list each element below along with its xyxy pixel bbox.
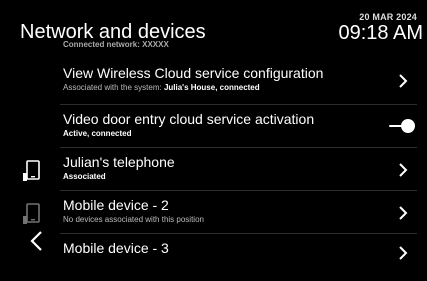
list-item-subtitle: Associated with the system: Julia's Hous… bbox=[63, 83, 260, 92]
time-label: 09:18 AM bbox=[338, 22, 423, 44]
divider bbox=[60, 147, 417, 148]
list-item-wireless-cloud-config[interactable]: View Wireless Cloud service configuratio… bbox=[0, 64, 427, 106]
chevron-right-icon[interactable] bbox=[395, 205, 411, 221]
list-item-subtitle: Active, connected bbox=[63, 129, 132, 138]
list-item-label: Julian's telephone bbox=[63, 154, 175, 170]
activation-toggle[interactable] bbox=[389, 119, 415, 133]
connected-network-label: Connected network: XXXXX bbox=[63, 40, 169, 49]
header: Network and devices 20 MAR 2024 09:18 AM… bbox=[0, 0, 427, 56]
list-item-mobile-device-2[interactable]: Mobile device - 2 No devices associated … bbox=[0, 196, 427, 238]
divider bbox=[60, 190, 417, 191]
toggle-knob bbox=[401, 119, 415, 133]
mobile-phone-icon bbox=[22, 203, 42, 227]
chevron-right-icon[interactable] bbox=[395, 245, 411, 261]
chevron-right-icon[interactable] bbox=[395, 162, 411, 178]
list-item-label: Video door entry cloud service activatio… bbox=[63, 111, 315, 127]
list-item-mobile-device-3[interactable]: Mobile device - 3 bbox=[0, 239, 427, 281]
list-item-julians-telephone[interactable]: Julian's telephone Associated bbox=[0, 153, 427, 195]
list-item-video-door-cloud[interactable]: Video door entry cloud service activatio… bbox=[0, 110, 427, 152]
list-item-subtitle: No devices associated with this position bbox=[63, 215, 204, 224]
back-button[interactable] bbox=[28, 230, 46, 252]
divider bbox=[60, 104, 417, 105]
list-item-subtitle: Associated bbox=[63, 172, 106, 181]
list-item-label: Mobile device - 3 bbox=[63, 240, 169, 256]
chevron-right-icon[interactable] bbox=[395, 73, 411, 89]
divider bbox=[60, 233, 417, 234]
list-item-label: Mobile device - 2 bbox=[63, 197, 169, 213]
list-item-label: View Wireless Cloud service configuratio… bbox=[63, 65, 324, 81]
mobile-phone-icon bbox=[22, 160, 42, 184]
date-label: 20 MAR 2024 bbox=[359, 12, 417, 22]
chevron-left-icon bbox=[30, 231, 42, 251]
